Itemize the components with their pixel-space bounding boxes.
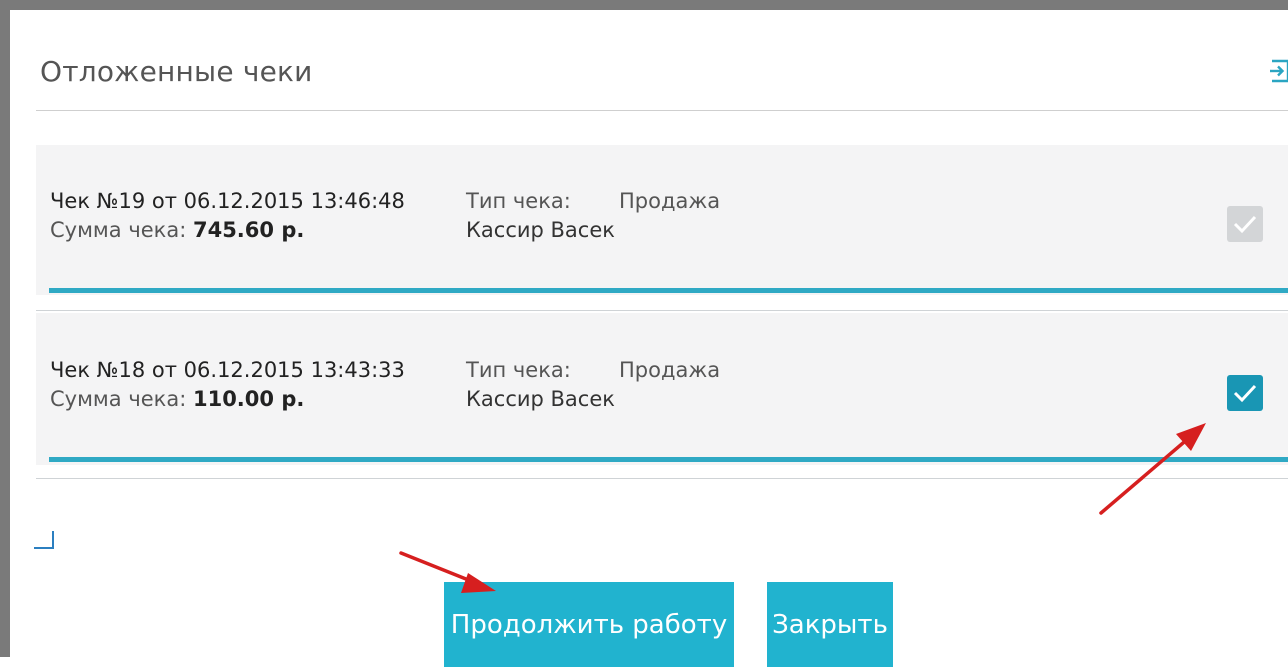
checkmark-icon [1233,384,1257,403]
resize-corner-mark [34,531,54,549]
receipt-sum-line: Сумма чека: 745.60 р. [50,218,304,243]
continue-work-button[interactable]: Продолжить работу [444,582,734,667]
cashier-name: Кассир Васек [466,387,615,411]
cashier-name: Кассир Васек [466,218,615,242]
close-button[interactable]: Закрыть [767,582,893,667]
receipt-accent-bar [49,288,1288,293]
sign-out-icon[interactable] [1267,58,1288,84]
type-value: Продажа [619,189,721,213]
receipt-accent-bar [49,457,1288,462]
row-divider [36,310,1288,311]
checkmark-icon [1233,215,1257,234]
deferred-receipts-dialog: Отложенные чеки Чек №19 от 06.12.2015 13… [0,0,1288,667]
sum-value: 745.60 р. [192,218,305,242]
row-divider [36,478,1288,479]
receipt-title: Чек №19 от 06.12.2015 13:46:48 [50,189,405,213]
sum-label: Сумма чека: [50,218,187,242]
type-label: Тип чека: [466,189,571,213]
receipt-title: Чек №18 от 06.12.2015 13:43:33 [50,358,405,382]
receipt-row[interactable]: Чек №19 от 06.12.2015 13:46:48 Сумма чек… [36,145,1288,295]
receipt-checkbox[interactable] [1227,206,1263,242]
receipt-row[interactable]: Чек №18 от 06.12.2015 13:43:33 Сумма чек… [36,313,1288,465]
sum-label: Сумма чека: [50,387,187,411]
type-value: Продажа [619,358,721,382]
sum-value: 110.00 р. [192,387,305,411]
title-divider [36,110,1288,111]
type-label: Тип чека: [466,358,571,382]
receipt-sum-line: Сумма чека: 110.00 р. [50,387,304,412]
receipt-checkbox[interactable] [1227,375,1263,411]
dialog-title: Отложенные чеки [40,55,313,88]
